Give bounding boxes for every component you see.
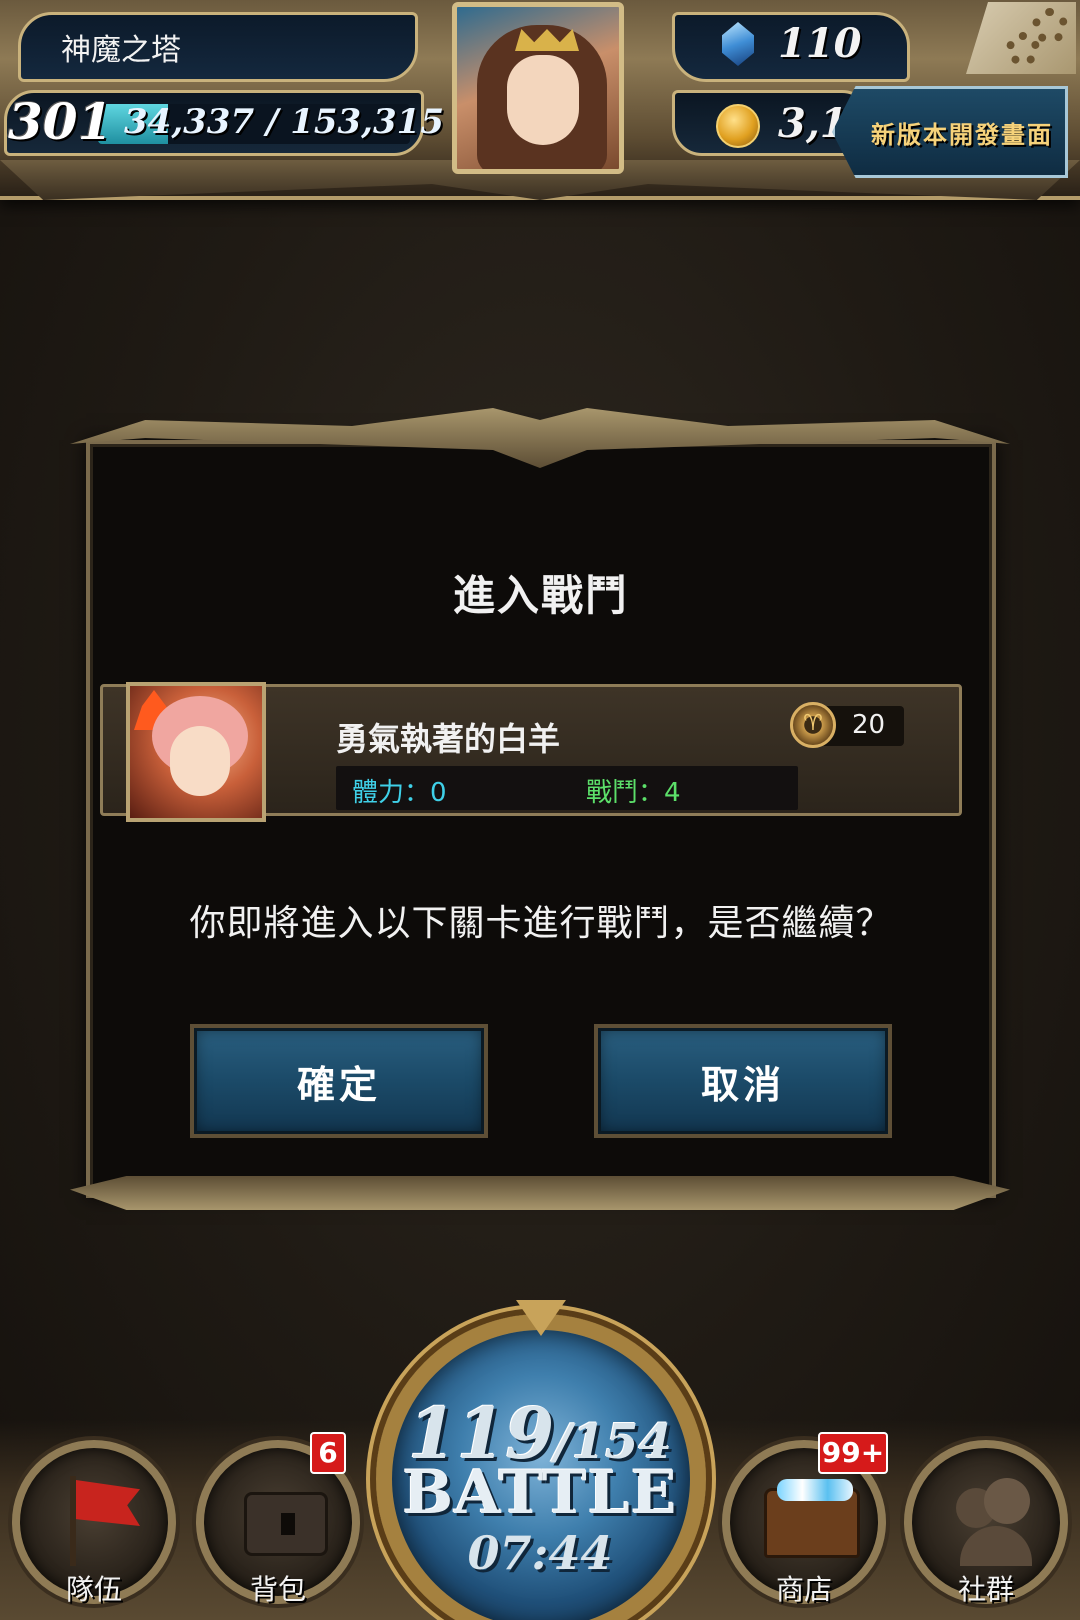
nav-social-label: 社群 [957, 1573, 1014, 1606]
chest-icon [764, 1479, 860, 1558]
player-avatar[interactable] [452, 2, 624, 174]
aries-icon: ♈ [790, 702, 836, 748]
bag-buckle [281, 1513, 295, 1535]
shop-notification-badge: 99+ [818, 1432, 888, 1474]
stage-thumbnail [126, 682, 266, 822]
dialog-message: 你即將進入以下關卡進行戰鬥，是否繼續？ [189, 903, 893, 944]
flag-icon [70, 1476, 142, 1566]
gem-count: 110 [778, 20, 862, 67]
dev-version-banner[interactable]: 新版本開發畫面 [832, 86, 1068, 178]
nav-bag-label: 背包 [249, 1573, 306, 1606]
current-location-label: 神魔之塔 [61, 33, 181, 68]
thumb-face [170, 726, 230, 796]
stage-battle-count: 戰鬥：4 [586, 778, 681, 808]
nav-team-label: 隊伍 [65, 1573, 122, 1606]
current-location-plate: 神魔之塔 [18, 12, 418, 82]
dev-version-banner-label: 新版本開發畫面 [871, 120, 1053, 149]
stage-name: 勇氣執著的白羊 [336, 720, 561, 758]
battle-label: BATTLE [402, 1458, 678, 1528]
bag-icon [244, 1492, 328, 1556]
social-head-2 [984, 1478, 1030, 1524]
cancel-button[interactable]: 取消 [594, 1024, 892, 1138]
dialog-bottom-ornament [70, 1176, 1010, 1210]
stage-level: 20 [852, 710, 886, 740]
gear-icon-small [1032, 8, 1068, 44]
nav-shop-label: 商店 [775, 1573, 832, 1606]
chest-gems [777, 1479, 853, 1501]
confirm-button[interactable]: 確定 [190, 1024, 488, 1138]
dialog-title: 進入戰鬥 [452, 571, 629, 620]
coin-icon [716, 104, 760, 148]
enter-battle-dialog: 進入戰鬥 勇氣執著的白羊 ♈ 20 體力：0 戰鬥：4 你即將進入以下關卡進行戰… [86, 440, 996, 1198]
stage-stamina-cost: 體力：0 [352, 778, 447, 808]
social-body [960, 1526, 1032, 1566]
exp-text: 34,337 / 153,315 [124, 102, 444, 142]
social-icon [956, 1478, 1036, 1568]
flag-cloth [76, 1480, 140, 1526]
avatar-face [507, 55, 579, 145]
bag-notification-badge: 6 [310, 1432, 346, 1474]
player-level: 301 [8, 92, 113, 151]
avatar-crown [515, 29, 579, 51]
flag-pole [70, 1476, 76, 1566]
stamina-timer: 07:44 [467, 1526, 613, 1580]
